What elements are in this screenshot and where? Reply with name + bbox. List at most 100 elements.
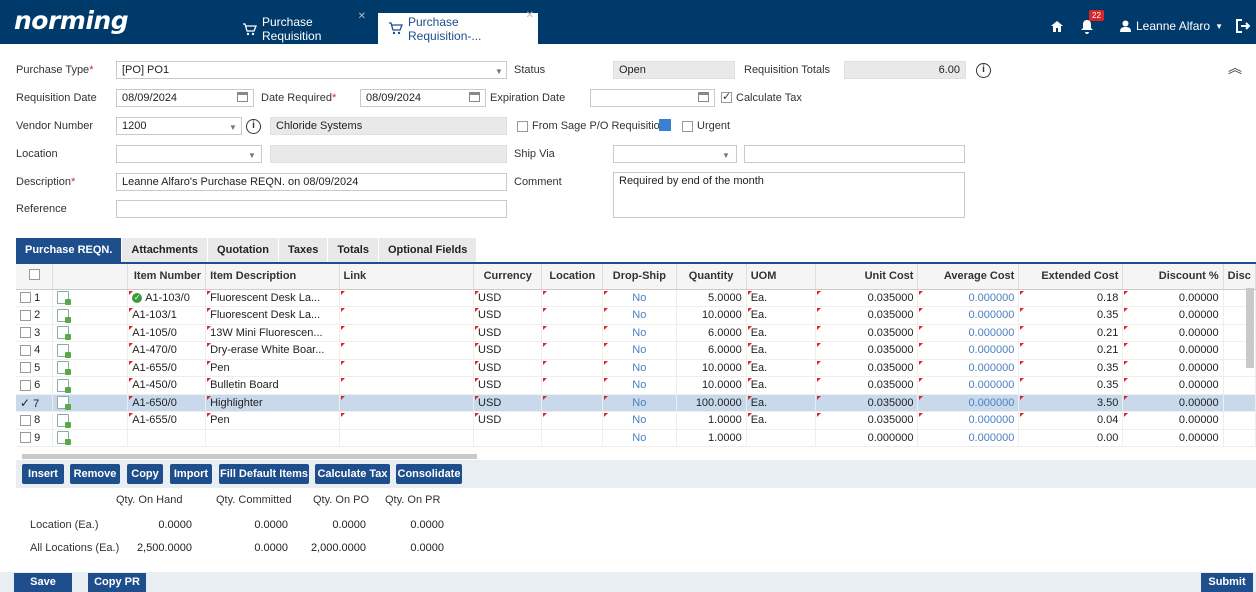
row-select-cell[interactable]: ✓ 7 [16,394,54,412]
unit-cost-cell[interactable]: 0.035000 [815,359,919,377]
from-sage-checkbox[interactable] [517,121,528,132]
unit-cost-cell[interactable]: 0.035000 [815,289,919,307]
select-all-header[interactable] [16,264,54,290]
unit-cost-cell[interactable]: 0.035000 [815,306,919,325]
info-icon[interactable]: i [246,119,261,134]
tab-purchase-requisition-active[interactable]: Purchase Requisition-... ✕ [378,10,538,44]
horizontal-scrollbar[interactable] [22,454,477,459]
consolidate-button[interactable]: Consolidate [396,464,462,484]
document-detail-icon[interactable] [57,308,72,323]
document-detail-icon[interactable] [57,378,72,393]
description-input[interactable]: Leanne Alfaro's Purchase REQN. on 08/09/… [116,173,507,191]
table-row[interactable]: ✓ 7 A1-650/0 Highlighter USD No 100.0000 Ea. 0.… [16,394,1256,412]
uom-cell[interactable]: Ea. [746,341,816,360]
info-icon[interactable]: i [976,63,991,78]
drop-ship-cell[interactable]: No [602,306,677,325]
drop-ship-cell[interactable]: No [602,289,677,307]
uom-cell[interactable]: Ea. [746,289,816,307]
save-button[interactable]: Save [14,573,72,592]
table-row[interactable]: 2 A1-103/1 Fluorescent Desk La... USD No 10.0… [16,306,1256,325]
discount-percent-cell[interactable]: 0.00000 [1122,429,1224,447]
row-select-cell[interactable]: 6 [16,376,54,395]
document-detail-icon[interactable] [57,413,72,428]
item-description-cell[interactable] [205,429,340,447]
drop-ship-cell[interactable]: No [602,411,677,430]
row-checkbox[interactable] [20,432,31,444]
location-cell[interactable] [541,359,604,377]
ship-via-select[interactable] [613,145,737,163]
unit-cost-cell[interactable]: 0.035000 [815,376,919,395]
quantity-cell[interactable]: 100.0000 [676,394,747,412]
currency-cell[interactable]: USD [473,341,543,360]
extended-cost-cell[interactable]: 0.18 [1018,289,1124,307]
close-tab-icon[interactable]: ✕ [526,10,534,21]
row-detail-cell[interactable] [52,359,129,377]
insert-button[interactable]: Insert [22,464,64,484]
table-row[interactable]: 1 ✓ A1-103/0 Fluorescent Desk La... USD No 5.0… [16,289,1256,307]
table-row[interactable]: 4 A1-470/0 Dry-erase White Boar... USD No 6.0… [16,341,1256,360]
table-row[interactable]: 8 A1-655/0 Pen USD No 1.0000 Ea. 0.035000 0.0000… [16,411,1256,430]
row-detail-cell[interactable] [52,289,129,307]
item-description-cell[interactable]: 13W Mini Fluorescen... [205,324,340,342]
logout-icon[interactable] [1236,16,1250,36]
location-cell[interactable] [541,411,604,430]
tab-attachments[interactable]: Attachments [122,238,209,262]
quantity-cell[interactable]: 1.0000 [676,429,747,447]
column-header[interactable]: Item Description [205,264,340,290]
import-button[interactable]: Import [170,464,212,484]
purchase-type-select[interactable]: [PO] PO1 [116,61,507,79]
quantity-cell[interactable]: 10.0000 [676,306,747,325]
row-select-cell[interactable]: 1 [16,289,54,307]
discount-cell[interactable] [1223,411,1256,430]
row-detail-cell[interactable] [52,429,129,447]
tab-quotation[interactable]: Quotation [208,238,279,262]
column-header[interactable]: Item Number [127,264,207,290]
row-select-cell[interactable]: 4 [16,341,54,360]
ship-via-name-field[interactable] [744,145,965,163]
select-all-checkbox[interactable] [28,269,40,281]
expiration-date-input[interactable] [590,89,715,107]
notification-bell-icon[interactable]: 22 [1080,10,1104,36]
discount-cell[interactable] [1223,376,1256,395]
collapse-icon[interactable]: ︽ [1228,58,1242,78]
discount-cell[interactable] [1223,429,1256,447]
link-cell[interactable] [339,376,475,395]
drop-ship-cell[interactable]: No [602,394,677,412]
row-checkbox[interactable] [20,414,31,426]
row-checkbox[interactable]: ✓ [20,396,30,410]
item-number-cell[interactable]: A1-450/0 [127,376,207,395]
date-required-input[interactable]: 08/09/2024 [360,89,486,107]
quantity-cell[interactable]: 5.0000 [676,289,747,307]
tab-optional-fields[interactable]: Optional Fields [378,238,478,262]
vendor-number-input[interactable]: 1200 [116,117,242,135]
extended-cost-cell[interactable]: 0.35 [1018,306,1124,325]
link-cell[interactable] [339,394,475,412]
uom-cell[interactable]: Ea. [746,324,816,342]
quantity-cell[interactable]: 1.0000 [676,411,747,430]
item-number-cell[interactable] [127,429,207,447]
document-detail-icon[interactable] [57,343,72,358]
document-detail-icon[interactable] [57,361,72,376]
extended-cost-cell[interactable]: 0.21 [1018,341,1124,360]
column-header[interactable]: UOM [746,264,816,290]
uom-cell[interactable]: Ea. [746,411,816,430]
currency-cell[interactable]: USD [473,289,543,307]
column-header[interactable]: Disc [1223,264,1256,290]
item-description-cell[interactable]: Fluorescent Desk La... [205,306,340,325]
comment-textarea[interactable]: Required by end of the month [613,172,965,218]
drop-ship-cell[interactable]: No [602,341,677,360]
column-header[interactable]: Unit Cost [815,264,919,290]
copy-pr-button[interactable]: Copy PR [88,573,146,592]
tab-totals[interactable]: Totals [328,238,379,262]
table-row[interactable]: 5 A1-655/0 Pen USD No 10.0000 Ea. 0.035000 0.000… [16,359,1256,377]
user-menu[interactable]: Leanne Alfaro ▼ [1120,16,1223,36]
row-detail-cell[interactable] [52,411,129,430]
row-select-cell[interactable]: 8 [16,411,54,430]
location-cell[interactable] [541,429,604,447]
home-icon[interactable] [1050,16,1064,36]
link-cell[interactable] [339,306,475,325]
quantity-cell[interactable]: 10.0000 [676,359,747,377]
extended-cost-cell[interactable]: 0.35 [1018,359,1124,377]
uom-cell[interactable]: Ea. [746,359,816,377]
row-checkbox[interactable] [20,379,31,391]
